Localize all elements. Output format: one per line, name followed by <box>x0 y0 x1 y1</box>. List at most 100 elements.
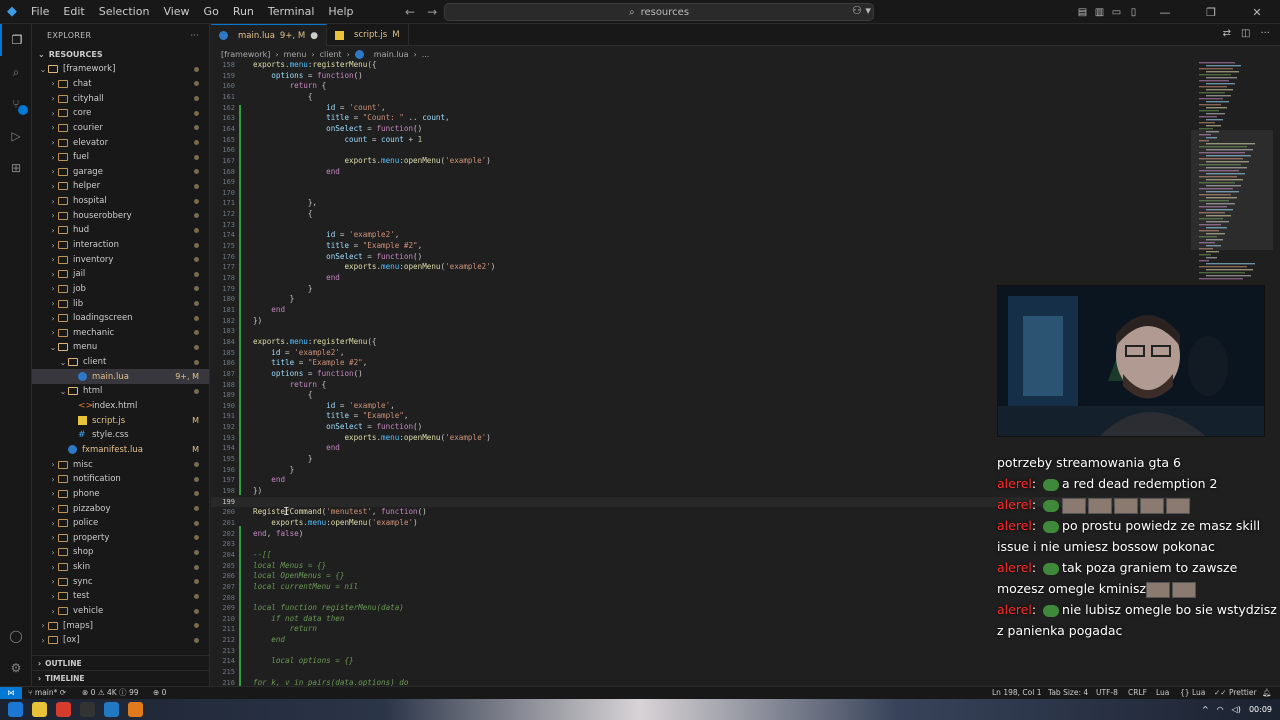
tree-folder[interactable]: › police <box>32 516 209 531</box>
code-line[interactable]: 163 title = "Count: " .. count, <box>211 113 1191 124</box>
terminal-icon[interactable] <box>80 702 95 717</box>
windows-start-icon[interactable] <box>8 702 23 717</box>
tree-folder[interactable]: › interaction <box>32 238 209 253</box>
code-line[interactable]: 165 count = count + 1 <box>211 135 1191 146</box>
tree-folder[interactable]: › [ox] <box>32 633 209 648</box>
tree-folder[interactable]: ⌄ html <box>32 384 209 399</box>
code-line[interactable]: 160 return { <box>211 81 1191 92</box>
command-center-search[interactable]: ⌕ resources <box>444 3 874 21</box>
tree-folder[interactable]: › jail <box>32 267 209 282</box>
tree-folder[interactable]: › pizzaboy <box>32 501 209 516</box>
clock[interactable]: 00:09 <box>1249 705 1272 714</box>
code-line[interactable]: 158 exports.menu:registerMenu({ <box>211 60 1191 71</box>
code-line[interactable]: 162 id = 'count', <box>211 103 1191 114</box>
tree-folder[interactable]: › chat <box>32 77 209 92</box>
menu-go[interactable]: Go <box>197 0 226 24</box>
account-icon[interactable]: ◯ <box>0 620 32 652</box>
tree-folder[interactable]: › misc <box>32 457 209 472</box>
tree-folder[interactable]: › core <box>32 106 209 121</box>
menu-run[interactable]: Run <box>226 0 261 24</box>
tree-folder[interactable]: ⌄ menu <box>32 340 209 355</box>
breadcrumb-item[interactable]: menu <box>284 50 307 59</box>
app-icon[interactable] <box>128 702 143 717</box>
volume-icon[interactable]: ◁) <box>1232 705 1241 714</box>
code-line[interactable]: 167 exports.menu:openMenu('example') <box>211 156 1191 167</box>
tree-file[interactable]: <> index.html <box>32 399 209 414</box>
tree-folder[interactable]: › sync <box>32 574 209 589</box>
encoding[interactable]: UTF-8 <box>1096 687 1118 699</box>
code-line[interactable]: 216 for k, v in pairs(data.options) do <box>211 678 1191 686</box>
tree-folder[interactable]: › hud <box>32 223 209 238</box>
tree-folder[interactable]: › skin <box>32 560 209 575</box>
tab-size[interactable]: Tab Size: 4 <box>1048 687 1088 699</box>
search-icon[interactable]: ⌕ <box>0 56 32 88</box>
tree-folder[interactable]: › lib <box>32 296 209 311</box>
settings-gear-icon[interactable]: ⚙ <box>0 652 32 684</box>
code-line[interactable]: 168 end <box>211 167 1191 178</box>
tree-folder[interactable]: › inventory <box>32 252 209 267</box>
explorer-icon[interactable]: ❐ <box>0 24 32 56</box>
menu-terminal[interactable]: Terminal <box>261 0 322 24</box>
toggle-sidebar-icon[interactable]: ▥ <box>1091 7 1108 18</box>
tree-folder[interactable]: › [maps] <box>32 618 209 633</box>
code-line[interactable]: 164 onSelect = function() <box>211 124 1191 135</box>
tree-folder[interactable]: ⌄ client <box>32 355 209 370</box>
toggle-secondary-sidebar-icon[interactable]: ▯ <box>1125 7 1142 18</box>
tree-folder[interactable]: › property <box>32 531 209 546</box>
code-line[interactable]: 166 <box>211 145 1191 156</box>
toggle-panel-icon[interactable]: ▭ <box>1108 7 1125 18</box>
tree-folder[interactable]: › cityhall <box>32 91 209 106</box>
more-actions-icon[interactable]: ··· <box>190 31 199 40</box>
close-icon[interactable]: ✕ <box>1234 6 1280 19</box>
open-changes-icon[interactable]: ⇄ <box>1223 28 1231 39</box>
extensions-icon[interactable]: ⊞ <box>0 152 32 184</box>
code-line[interactable]: 214 local options = {} <box>211 656 1191 667</box>
timeline-section[interactable]: › TIMELINE <box>32 670 209 685</box>
code-line[interactable]: 171 }, <box>211 198 1191 209</box>
more-actions-icon[interactable]: ··· <box>1260 28 1270 39</box>
tree-folder[interactable]: › garage <box>32 164 209 179</box>
tree-folder[interactable]: › shop <box>32 545 209 560</box>
tree-folder[interactable]: › elevator <box>32 135 209 150</box>
prettier-status[interactable]: ✓✓ Prettier <box>1214 687 1257 699</box>
code-line[interactable]: 215 <box>211 667 1191 678</box>
code-line[interactable]: 175 title = "Example #2", <box>211 241 1191 252</box>
menu-view[interactable]: View <box>156 0 196 24</box>
breadcrumb-item[interactable]: ... <box>422 50 430 59</box>
tree-folder[interactable]: › helper <box>32 179 209 194</box>
tab-script-js[interactable]: script.js M <box>327 24 409 46</box>
browser-icon[interactable] <box>56 702 71 717</box>
code-line[interactable]: 174 id = 'example2', <box>211 230 1191 241</box>
forward-arrow-icon[interactable]: → <box>427 5 437 19</box>
tree-folder[interactable]: › notification <box>32 472 209 487</box>
back-arrow-icon[interactable]: ← <box>405 5 415 19</box>
tree-folder[interactable]: › job <box>32 282 209 297</box>
breadcrumb-item[interactable]: client <box>320 50 342 59</box>
source-control-icon[interactable]: ⑂ <box>0 88 32 120</box>
code-line[interactable]: 161 { <box>211 92 1191 103</box>
tree-folder[interactable]: › test <box>32 589 209 604</box>
tray-chevron-icon[interactable]: ^ <box>1202 705 1209 714</box>
eol[interactable]: CRLF <box>1128 687 1147 699</box>
tree-folder[interactable]: › hospital <box>32 194 209 209</box>
tree-folder[interactable]: › vehicle <box>32 604 209 619</box>
code-line[interactable]: 172 { <box>211 209 1191 220</box>
menu-file[interactable]: File <box>24 0 56 24</box>
tree-folder[interactable]: › courier <box>32 121 209 136</box>
code-line[interactable]: 170 <box>211 188 1191 199</box>
code-line[interactable]: 177 exports.menu:openMenu('example2') <box>211 262 1191 273</box>
tree-folder[interactable]: › mechanic <box>32 326 209 341</box>
branch-status[interactable]: ⑂ main* ⟳ <box>28 687 66 699</box>
code-line[interactable]: 178 end <box>211 273 1191 284</box>
menu-help[interactable]: Help <box>321 0 360 24</box>
lua-server-status[interactable]: {} Lua <box>1180 687 1205 699</box>
layout-icon[interactable]: ▤ <box>1074 7 1091 18</box>
vscode-taskbar-icon[interactable] <box>104 702 119 717</box>
cursor-position[interactable]: Ln 198, Col 1 <box>992 687 1041 699</box>
breadcrumb-item[interactable]: [framework] <box>221 50 270 59</box>
tree-file[interactable]: # style.css <box>32 428 209 443</box>
tree-folder[interactable]: ⌄ [framework] <box>32 62 209 77</box>
tree-file[interactable]: script.js M <box>32 413 209 428</box>
notifications-bell-icon[interactable]: 🔔︎ <box>1262 687 1272 699</box>
code-line[interactable]: 169 <box>211 177 1191 188</box>
